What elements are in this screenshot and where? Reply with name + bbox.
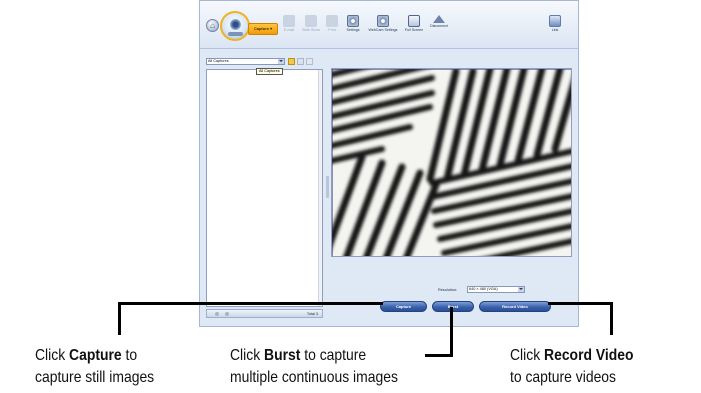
status-dot-icon — [215, 312, 219, 316]
email-button[interactable]: E-mail — [282, 15, 296, 39]
settings-label: Settings — [346, 28, 360, 32]
status-total: Total 3 — [306, 312, 318, 316]
webcam-lens-icon — [230, 19, 241, 30]
capture-gallery-list[interactable] — [206, 69, 323, 307]
gallery-filter-dropdown[interactable]: All Captures — [206, 58, 285, 65]
capture-menu-button[interactable]: Capture ▾ — [248, 23, 278, 35]
delete-icon[interactable] — [306, 58, 313, 65]
webcam-settings-button[interactable]: WebCam Settings — [366, 15, 400, 39]
webcam-app-window: ⌂ Capture ▾ E-mail Slide Show Print Sett… — [199, 0, 579, 327]
callout-line-record — [610, 302, 613, 335]
callout-line-capture — [118, 302, 383, 305]
caption-text: Click — [230, 347, 265, 364]
callout-line-burst — [450, 307, 453, 357]
webcam-settings-label: WebCam Settings — [368, 28, 398, 32]
resolution-dropdown[interactable]: 640 × 480 (VGA) — [467, 286, 525, 293]
caption-text: to capture — [300, 347, 367, 364]
settings-icon — [347, 15, 359, 27]
toolbar: ⌂ Capture ▾ E-mail Slide Show Print Sett… — [200, 1, 578, 49]
capture-button[interactable]: Capture — [380, 301, 427, 312]
gallery-status-bar: Total 3 — [206, 309, 323, 318]
test-pattern-image — [332, 69, 571, 256]
webcam-base-icon — [228, 32, 243, 36]
gallery-filter-value: All Captures — [208, 59, 229, 63]
webcam-orb-icon[interactable] — [220, 11, 250, 41]
caption-text: to — [121, 347, 138, 364]
disconnect-label: Disconnect — [430, 24, 448, 28]
email-label: E-mail — [283, 28, 295, 32]
email-icon — [283, 15, 295, 27]
caption-text: capture still images — [35, 369, 155, 386]
webcam-settings-icon — [377, 15, 389, 27]
chevron-down-icon[interactable] — [518, 287, 524, 292]
burst-caption: Click Burst to capture multiple continuo… — [230, 345, 398, 389]
print-icon — [326, 15, 338, 27]
caption-bold: Record Video — [544, 347, 634, 364]
caption-bold: Burst — [264, 347, 301, 364]
caption-text: multiple continuous images — [230, 369, 398, 386]
gallery-scrollbar[interactable] — [318, 70, 322, 306]
callout-line-capture — [118, 302, 121, 335]
fullscreen-button[interactable]: Full Screen — [403, 15, 425, 39]
fullscreen-label: Full Screen — [404, 28, 424, 32]
home-button[interactable]: ⌂ — [206, 19, 219, 32]
disconnect-icon — [433, 15, 445, 23]
callout-line-record — [548, 302, 613, 305]
record-video-button[interactable]: Record Video — [479, 301, 551, 312]
chevron-down-icon[interactable] — [278, 59, 284, 64]
print-button[interactable]: Print — [325, 15, 339, 39]
print-label: Print — [328, 28, 336, 32]
live-preview — [331, 68, 572, 257]
disconnect-button[interactable]: Disconnect — [428, 15, 450, 39]
caption-bold: Capture — [69, 347, 122, 364]
callout-line-burst — [425, 354, 453, 357]
resolution-label: Resolution: — [438, 288, 457, 292]
caption-text: Click — [510, 347, 545, 364]
capture-caption: Click Capture to capture still images — [35, 345, 154, 389]
resolution-value: 640 × 480 (VGA) — [469, 287, 498, 291]
fullscreen-icon — [408, 15, 420, 27]
folder-icon[interactable] — [297, 58, 304, 65]
panel-splitter-handle[interactable] — [326, 176, 329, 198]
link-icon — [549, 15, 561, 27]
filter-tooltip: All Captures — [256, 68, 283, 75]
caption-text: to capture videos — [510, 369, 617, 386]
link-label: Link — [551, 28, 559, 32]
slideshow-button[interactable]: Slide Show — [301, 15, 321, 39]
caption-text: Click — [35, 347, 70, 364]
settings-button[interactable]: Settings — [344, 15, 362, 39]
slideshow-icon — [305, 15, 317, 27]
slideshow-label: Slide Show — [302, 28, 320, 32]
status-dot-icon — [225, 312, 229, 316]
new-folder-icon[interactable] — [288, 58, 295, 65]
burst-button[interactable]: Burst — [432, 301, 474, 312]
link-button[interactable]: Link — [547, 15, 563, 39]
record-caption: Click Record Video to capture videos — [510, 345, 633, 389]
